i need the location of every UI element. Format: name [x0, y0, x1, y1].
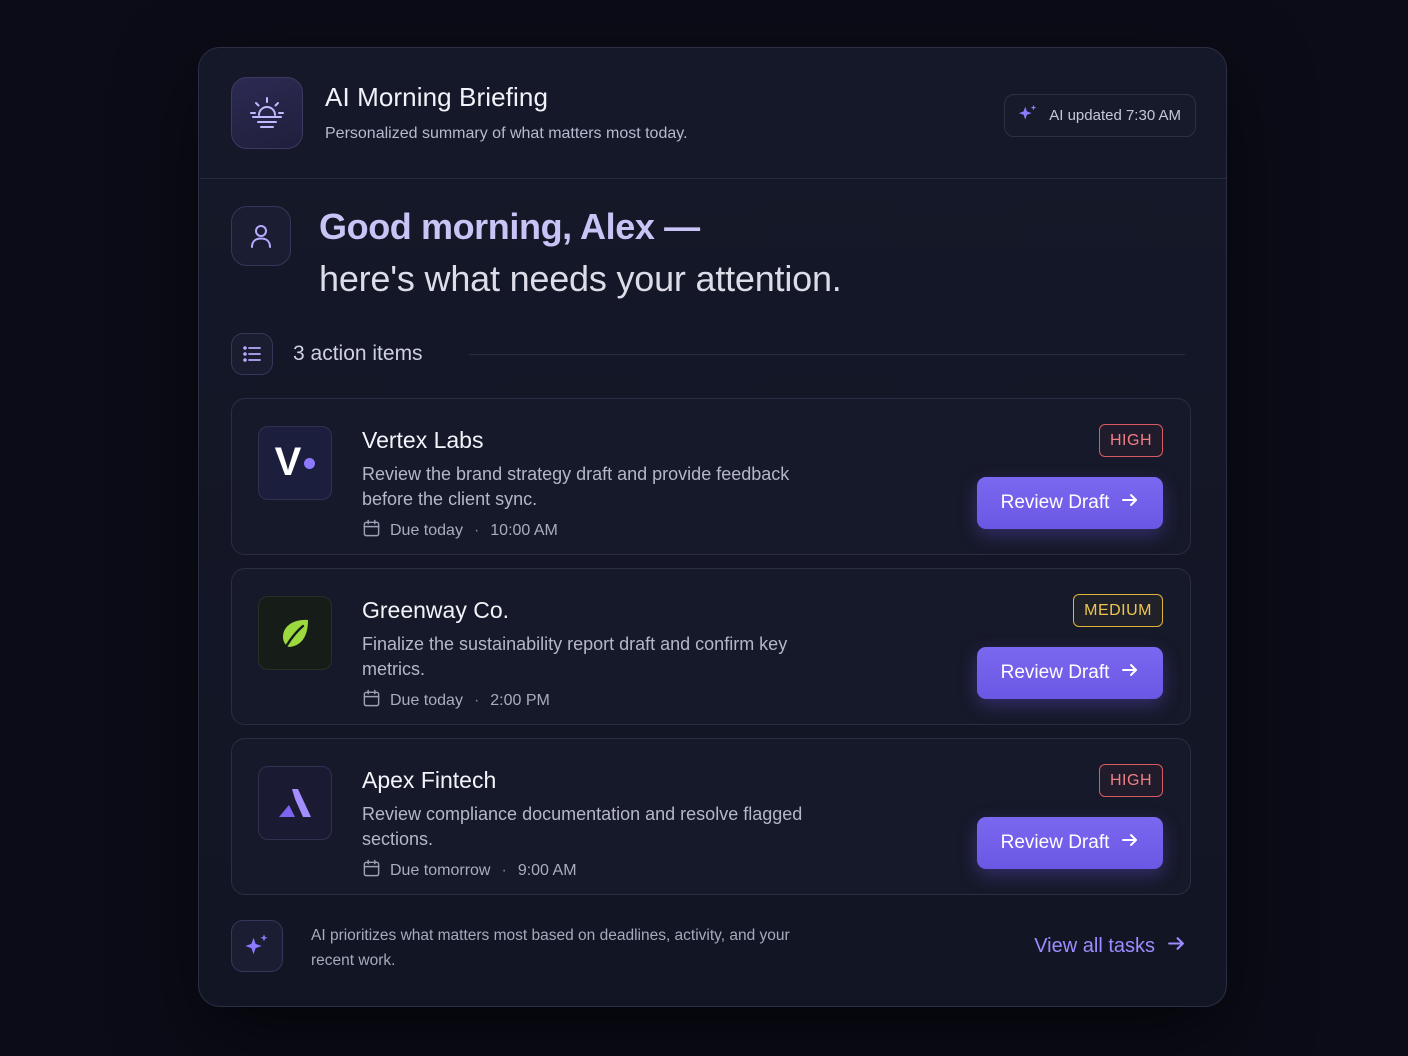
due-time: 2:00 PM: [490, 692, 550, 709]
calendar-icon: [362, 859, 381, 883]
due-label: Due today: [390, 522, 463, 539]
sunrise-icon: [231, 77, 303, 149]
due-info: Due tomorrow · 9:00 AM: [362, 859, 577, 883]
action-item-apex-fintech: Apex Fintech Review compliance documenta…: [231, 738, 1191, 895]
task-description: Review the brand strategy draft and prov…: [362, 464, 790, 509]
ai-prioritization-note: AI prioritizes what matters most based o…: [311, 927, 790, 969]
priority-badge: HIGH: [1099, 764, 1163, 797]
greeting-subline: here's what needs your attention.: [319, 258, 842, 299]
list-icon: [231, 333, 273, 375]
arrow-right-icon: [1121, 491, 1139, 515]
page-title: AI Morning Briefing: [325, 82, 549, 112]
arrow-right-icon: [1167, 934, 1186, 959]
sparkle-icon: [231, 920, 283, 972]
calendar-icon: [362, 689, 381, 713]
company-name: Vertex Labs: [362, 427, 484, 453]
action-item-vertex-labs: V Vertex Labs Review the brand strategy …: [231, 398, 1191, 555]
due-time: 10:00 AM: [490, 522, 558, 539]
leaf-icon: [258, 596, 332, 670]
vertex-labs-logo: V: [258, 426, 332, 500]
due-info: Due today · 10:00 AM: [362, 519, 558, 543]
action-items-count: 3 action items: [293, 342, 423, 365]
view-all-tasks-link[interactable]: View all tasks: [1034, 934, 1186, 959]
ai-updated-label: AI updated 7:30 AM: [1049, 107, 1181, 124]
divider: [469, 354, 1185, 355]
user-icon: [231, 206, 291, 266]
apex-triangle-icon: [258, 766, 332, 840]
company-name: Greenway Co.: [362, 597, 510, 623]
due-label: Due tomorrow: [390, 862, 491, 879]
due-label: Due today: [390, 692, 463, 709]
sparkle-icon: [1017, 103, 1039, 129]
priority-badge: MEDIUM: [1073, 594, 1163, 627]
review-draft-button[interactable]: Review Draft: [977, 477, 1163, 529]
task-description: Review compliance documentation and reso…: [362, 804, 803, 849]
review-draft-button[interactable]: Review Draft: [977, 817, 1163, 869]
ai-updated-badge: AI updated 7:30 AM: [1004, 94, 1196, 137]
greeting-headline: Good morning, Alex —: [319, 206, 700, 247]
action-item-greenway-co: Greenway Co. Finalize the sustainability…: [231, 568, 1191, 725]
company-name: Apex Fintech: [362, 767, 497, 793]
arrow-right-icon: [1121, 661, 1139, 685]
due-info: Due today · 2:00 PM: [362, 689, 550, 713]
priority-badge: HIGH: [1099, 424, 1163, 457]
briefing-card: AI Morning Briefing Personalized summary…: [198, 47, 1227, 1007]
due-time: 9:00 AM: [517, 862, 577, 879]
page-subtitle: Personalized summary of what matters mos…: [325, 125, 688, 142]
calendar-icon: [362, 519, 381, 543]
review-draft-button[interactable]: Review Draft: [977, 647, 1163, 699]
arrow-right-icon: [1121, 831, 1139, 855]
task-description: Finalize the sustainability report draft…: [362, 634, 788, 679]
briefing-header: AI Morning Briefing Personalized summary…: [199, 48, 1226, 179]
